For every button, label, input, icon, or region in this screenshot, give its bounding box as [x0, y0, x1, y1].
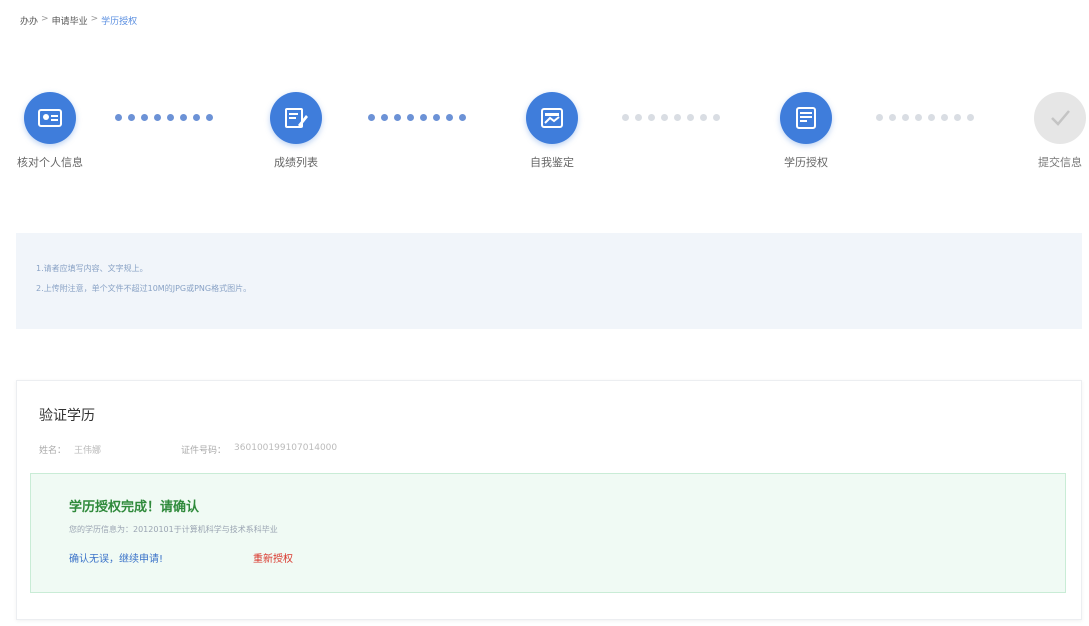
id-value: 360100199107014000	[234, 443, 338, 453]
success-panel: 学历授权完成！请确认 您的学历信息为：20120101于计算机科学与技术系科毕业…	[30, 473, 1066, 593]
name-label: 姓名：	[39, 446, 67, 456]
success-actions: 确认无误，继续申请! 重新授权	[69, 550, 293, 565]
breadcrumb: 办办 > 申请毕业 > 学历授权	[20, 14, 137, 27]
step-connector	[368, 114, 466, 121]
breadcrumb-item-apply[interactable]: 申请毕业	[52, 14, 88, 27]
step-self-assessment: 自我鉴定	[502, 92, 602, 170]
document-icon	[526, 92, 578, 144]
name-value: 王伟娜	[74, 446, 102, 456]
step-label: 学历授权	[784, 156, 828, 169]
step-grade-list: 成绩列表	[246, 92, 346, 170]
step-label: 核对个人信息	[17, 156, 83, 169]
step-label: 自我鉴定	[530, 156, 574, 169]
step-connector	[622, 114, 720, 121]
breadcrumb-current: 学历授权	[101, 17, 138, 27]
notice-line: 2.上传附注意，单个文件不超过10M的JPG或PNG格式图片。	[36, 284, 252, 293]
step-label: 成绩列表	[274, 156, 318, 169]
identity-row: 姓名： 王伟娜 证件号码： 360100199107014000	[39, 443, 337, 456]
step-submit-info: 提交信息	[1010, 92, 1089, 170]
breadcrumb-separator: >	[90, 14, 99, 24]
check-icon	[1034, 92, 1086, 144]
success-title: 学历授权完成！请确认	[69, 500, 200, 515]
reauthorize-link[interactable]: 重新授权	[253, 550, 293, 565]
step-connector	[876, 114, 974, 121]
step-connector	[115, 114, 213, 121]
breadcrumb-item-home[interactable]: 办办	[20, 14, 38, 27]
card-title: 验证学历	[39, 408, 95, 424]
form-icon	[780, 92, 832, 144]
confirm-continue-link[interactable]: 确认无误，继续申请!	[69, 550, 163, 565]
verify-education-card: 验证学历 姓名： 王伟娜 证件号码： 360100199107014000 学历…	[16, 380, 1082, 620]
edit-list-icon	[270, 92, 322, 144]
breadcrumb-separator: >	[41, 14, 49, 24]
step-education-auth: 学历授权	[756, 92, 856, 170]
education-info: 您的学历信息为：20120101于计算机科学与技术系科毕业	[69, 525, 278, 534]
notice-panel: 1.请者应填写内容、文字规上。 2.上传附注意，单个文件不超过10M的JPG或P…	[16, 233, 1082, 329]
id-label: 证件号码：	[181, 446, 227, 456]
step-verify-info: 核对个人信息	[0, 92, 100, 170]
id-card-icon	[24, 92, 76, 144]
notice-line: 1.请者应填写内容、文字规上。	[36, 264, 148, 273]
progress-stepper: 核对个人信息 成绩列表 自我鉴定 学历授权 提交信息	[0, 92, 1089, 192]
step-label: 提交信息	[1038, 156, 1082, 169]
